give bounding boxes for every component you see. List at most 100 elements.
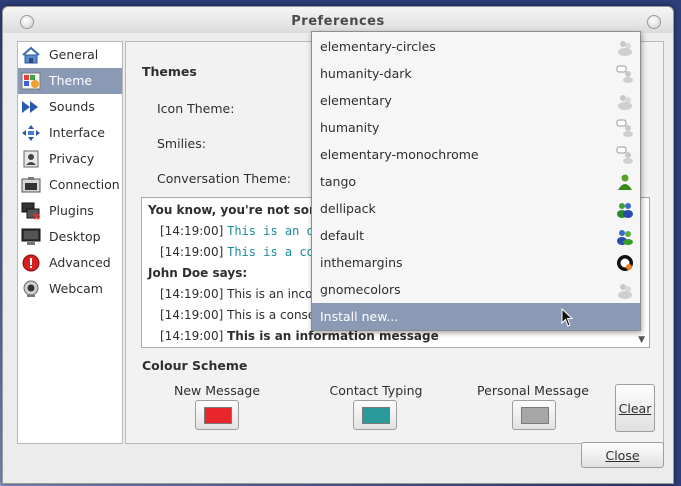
- dropdown-item-label: dellipack: [320, 201, 376, 216]
- preview-text: This is an incom: [227, 287, 325, 301]
- dropdown-item-label: elementary-monochrome: [320, 147, 479, 162]
- sidebar-item-webcam[interactable]: Webcam: [18, 276, 122, 302]
- sidebar-item-general[interactable]: General: [18, 42, 122, 68]
- dropdown-item-label: Install new...: [320, 309, 399, 324]
- personal-message-color-button[interactable]: [512, 400, 556, 430]
- new-message-label: New Message: [173, 383, 261, 398]
- sidebar-item-interface[interactable]: Interface: [18, 120, 122, 146]
- preview-line: [14:19:00] This is an o: [160, 224, 314, 238]
- themes-section-title: Themes: [142, 64, 197, 79]
- sidebar-item-label: Sounds: [49, 99, 95, 114]
- preview-text: This is a co: [227, 245, 314, 259]
- green-person-icon: [618, 174, 632, 190]
- personal-message-swatch: [521, 407, 549, 424]
- dropdown-item[interactable]: inthemargins: [312, 249, 640, 276]
- dropdown-item[interactable]: dellipack: [312, 195, 640, 222]
- clear-button[interactable]: Clear: [615, 384, 655, 432]
- gray-chat-buddy-icon: [616, 119, 633, 137]
- contact-typing-swatch: [362, 407, 390, 424]
- install-new-item[interactable]: Install new...: [312, 303, 640, 330]
- dropdown-item[interactable]: tango: [312, 168, 640, 195]
- mouse-cursor-icon: [561, 308, 574, 327]
- dropdown-item-label: elementary: [320, 93, 392, 108]
- gray-buddies-icon: [618, 95, 632, 110]
- theme-dropdown-list: elementary-circles humanity-dark element…: [311, 31, 641, 331]
- preview-timestamp: [14:19:00]: [160, 329, 224, 343]
- dropdown-item-label: humanity-dark: [320, 66, 412, 81]
- orange-ring-icon: [617, 255, 633, 271]
- preview-sender: John Doe says:: [148, 266, 248, 280]
- dropdown-item-label: gnomecolors: [320, 282, 401, 297]
- preview-text: This is an information message: [227, 329, 439, 343]
- sidebar-item-sounds[interactable]: Sounds: [18, 94, 122, 120]
- sidebar-item-label: General: [49, 47, 99, 62]
- sidebar-item-advanced[interactable]: Advanced: [18, 250, 122, 276]
- icon-theme-label: Icon Theme:: [157, 101, 235, 116]
- window-title: Preferences: [291, 14, 385, 29]
- smilies-label: Smilies:: [157, 136, 206, 151]
- colour-scheme-title: Colour Scheme: [142, 358, 248, 373]
- sidebar-item-label: Webcam: [49, 281, 103, 296]
- sidebar-item-label: Theme: [49, 73, 93, 88]
- sidebar-item-label: Interface: [49, 125, 105, 140]
- personal-message-label: Personal Message: [477, 383, 589, 398]
- preview-line: [14:19:00] This is an information messag…: [160, 329, 439, 343]
- preview-timestamp: [14:19:00]: [160, 245, 224, 259]
- sidebar-item-label: Privacy: [49, 151, 95, 166]
- sidebar-item-label: Advanced: [49, 255, 111, 270]
- gray-chat-buddy-icon: [616, 146, 633, 164]
- theme-icon: [21, 72, 41, 90]
- plugins-icon: [21, 202, 41, 220]
- new-message-color-button[interactable]: [195, 400, 239, 430]
- dropdown-item-label: humanity: [320, 120, 380, 135]
- preview-text: This is an o: [227, 224, 314, 238]
- new-message-swatch: [204, 407, 232, 424]
- dropdown-item[interactable]: elementary-monochrome: [312, 141, 640, 168]
- green-blue-buddies-icon: [617, 230, 633, 245]
- dropdown-item[interactable]: humanity: [312, 114, 640, 141]
- scroll-down-icon[interactable]: ▼: [638, 335, 645, 345]
- privacy-icon: [21, 150, 41, 168]
- preview-timestamp: [14:19:00]: [160, 287, 224, 301]
- sidebar-item-connection[interactable]: Connection: [18, 172, 122, 198]
- close-button[interactable]: Close: [581, 442, 664, 468]
- dropdown-item[interactable]: elementary-circles: [312, 33, 640, 60]
- gray-buddies-icon: [618, 284, 632, 299]
- sidebar: General Theme Sounds Interface Privacy C…: [17, 41, 123, 444]
- sidebar-item-theme[interactable]: Theme: [18, 68, 122, 94]
- dropdown-item-label: elementary-circles: [320, 39, 436, 54]
- contact-typing-color-button[interactable]: [353, 400, 397, 430]
- dropdown-item[interactable]: default: [312, 222, 640, 249]
- connection-icon: [21, 176, 41, 194]
- desktop-icon: [21, 228, 41, 246]
- window-maximize-icon[interactable]: [647, 15, 661, 29]
- sidebar-item-privacy[interactable]: Privacy: [18, 146, 122, 172]
- sidebar-item-label: Plugins: [49, 203, 94, 218]
- sounds-icon: [21, 98, 41, 116]
- dropdown-item-label: tango: [320, 174, 357, 189]
- sidebar-item-desktop[interactable]: Desktop: [18, 224, 122, 250]
- sidebar-item-plugins[interactable]: Plugins: [18, 198, 122, 224]
- gray-buddies-icon: [618, 41, 632, 56]
- preview-timestamp: [14:19:00]: [160, 224, 224, 238]
- sidebar-item-label: Desktop: [49, 229, 101, 244]
- webcam-icon: [21, 280, 41, 298]
- dropdown-item-label: inthemargins: [320, 255, 403, 270]
- title-bar[interactable]: Preferences: [3, 7, 673, 33]
- home-icon: [21, 46, 41, 64]
- preview-timestamp: [14:19:00]: [160, 308, 224, 322]
- sidebar-item-label: Connection: [49, 177, 120, 192]
- interface-icon: [21, 124, 41, 142]
- dropdown-item-label: default: [320, 228, 364, 243]
- preview-message: You know, you're not some: [148, 203, 330, 217]
- conversation-theme-label: Conversation Theme:: [157, 171, 291, 186]
- preview-line: [14:19:00] This is a co: [160, 245, 314, 259]
- advanced-icon: [21, 254, 41, 272]
- preview-line: [14:19:00] This is an incom: [160, 287, 324, 301]
- dropdown-item[interactable]: gnomecolors: [312, 276, 640, 303]
- dropdown-item[interactable]: elementary: [312, 87, 640, 114]
- dropdown-item[interactable]: humanity-dark: [312, 60, 640, 87]
- gray-chat-buddy-icon: [616, 65, 633, 83]
- green-blue-buddies-icon: [617, 203, 633, 218]
- contact-typing-label: Contact Typing: [329, 383, 423, 398]
